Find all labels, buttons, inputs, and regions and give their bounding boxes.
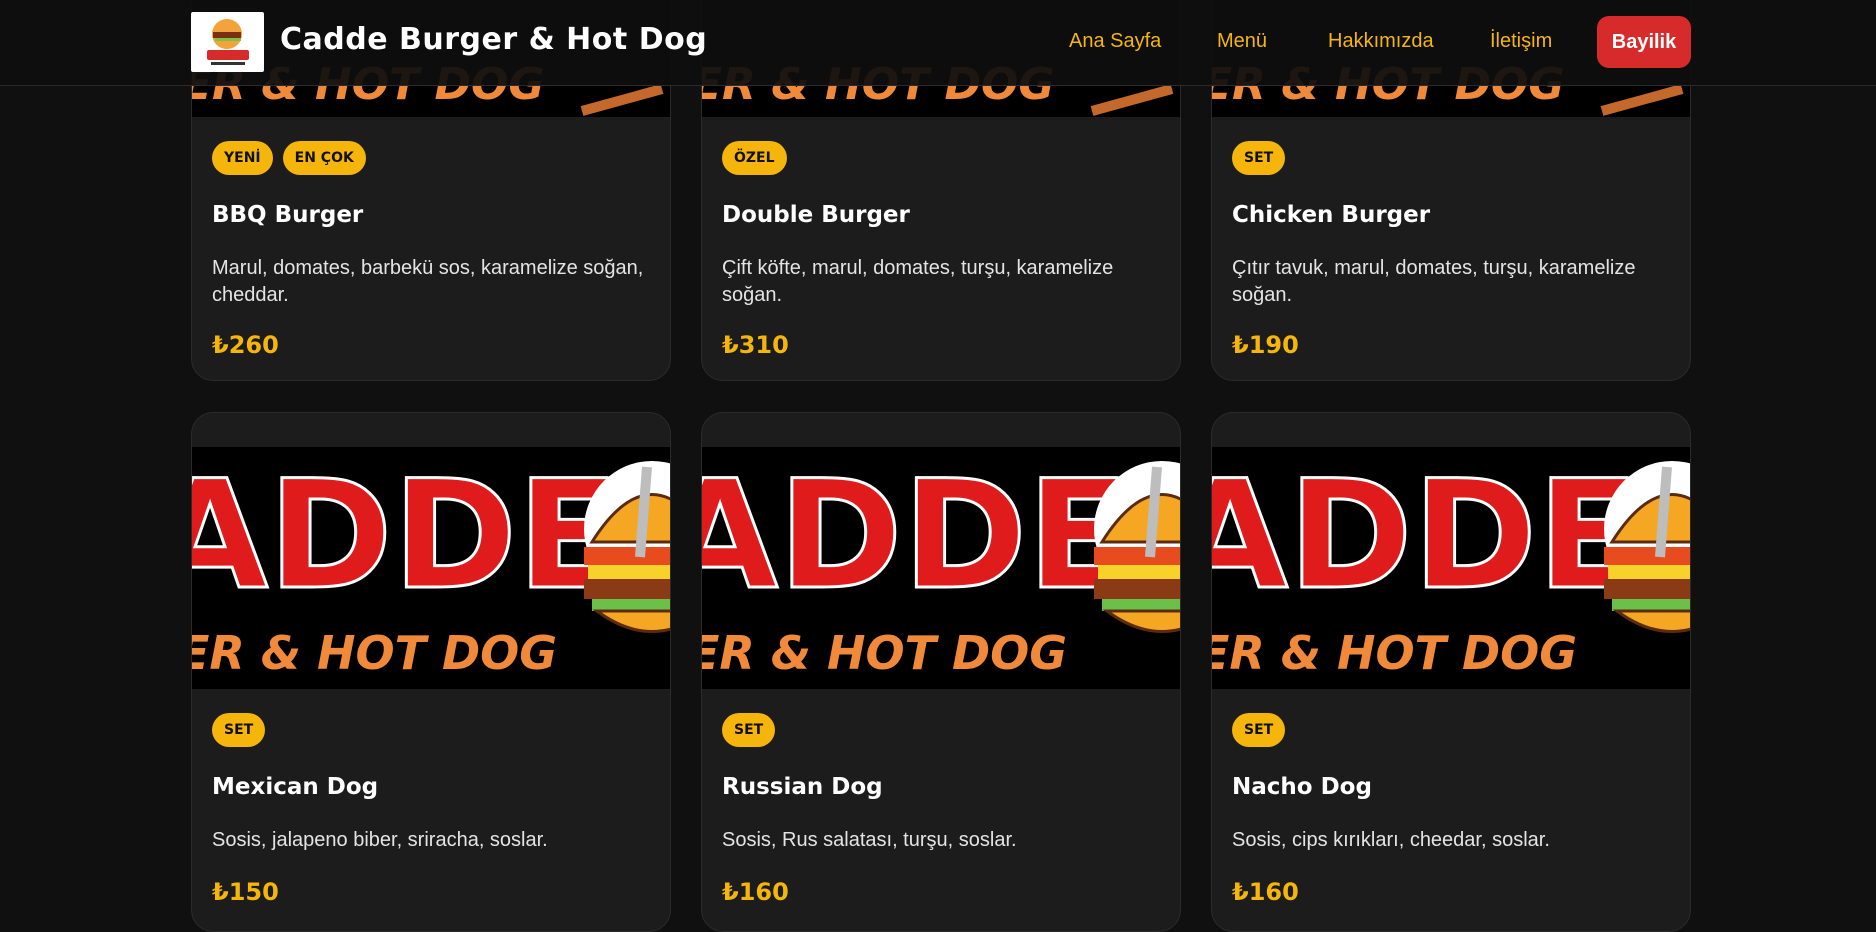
nav-contact-link[interactable]: İletişim (1490, 30, 1552, 53)
card-price: ₺190 (1232, 331, 1299, 359)
badge-set: SET (1232, 713, 1286, 747)
card-price: ₺150 (212, 878, 279, 906)
franchise-button[interactable]: Bayilik (1597, 16, 1691, 68)
card-description: Sosis, jalapeno biber, sriracha, soslar. (212, 829, 548, 851)
menu-card-nacho-dog[interactable]: ADDE ER & HOT DOG SET Nacho Dog Sosis, c… (1211, 412, 1691, 932)
card-title: Double Burger (722, 202, 910, 228)
badge-list: SET (1232, 141, 1286, 175)
card-banner-image: ADDE ER & HOT DOG (192, 447, 670, 689)
nav-home-link[interactable]: Ana Sayfa (1069, 30, 1161, 53)
card-title: Mexican Dog (212, 774, 379, 800)
badge-set: SET (722, 713, 776, 747)
badge-special: ÖZEL (722, 141, 787, 175)
card-description: Çift köfte, marul, domates, turşu, karam… (722, 257, 1114, 306)
card-description: Sosis, cips kırıkları, cheedar, soslar. (1232, 829, 1550, 851)
card-title: Nacho Dog (1232, 774, 1372, 800)
nav-about-link[interactable]: Hakkımızda (1328, 30, 1434, 53)
site-header: Cadde Burger & Hot Dog Ana Sayfa Menü Ha… (0, 0, 1876, 86)
badge-list: SET (1232, 713, 1286, 747)
card-banner-image: ADDE ER & HOT DOG (702, 447, 1180, 689)
card-price: ₺310 (722, 331, 789, 359)
svg-text:ER & HOT DOG: ER & HOT DOG (192, 626, 557, 680)
svg-text:ADDE: ADDE (1212, 449, 1640, 623)
badge-new: YENİ (212, 141, 273, 175)
badge-list: YENİ EN ÇOK (212, 141, 366, 175)
card-description: Marul, domates, barbekü sos, karamelize … (212, 257, 644, 306)
menu-card-russian-dog[interactable]: ADDE ER & HOT DOG SET Russian Dog Sosis,… (701, 412, 1181, 932)
badge-list: SET (722, 713, 776, 747)
card-price: ₺260 (212, 331, 279, 359)
svg-text:ER & HOT DOG: ER & HOT DOG (702, 626, 1067, 680)
svg-text:ADDE: ADDE (702, 449, 1130, 623)
svg-text:ADDE: ADDE (192, 449, 620, 623)
card-description: Sosis, Rus salatası, turşu, soslar. (722, 829, 1017, 851)
menu-card-mexican-dog[interactable]: ADDE ER & HOT DOG SET Mexican Dog Sosis,… (191, 412, 671, 932)
brand-name[interactable]: Cadde Burger & Hot Dog (280, 22, 707, 57)
card-title: Chicken Burger (1232, 202, 1431, 228)
card-description: Çıtır tavuk, marul, domates, turşu, kara… (1232, 257, 1636, 306)
card-price: ₺160 (722, 878, 789, 906)
logo[interactable] (191, 12, 264, 72)
card-title: Russian Dog (722, 774, 883, 800)
badge-set: SET (212, 713, 266, 747)
badge-bestseller: EN ÇOK (282, 141, 366, 175)
svg-text:ER & HOT DOG: ER & HOT DOG (1212, 626, 1577, 680)
badge-list: ÖZEL (722, 141, 787, 175)
badge-list: SET (212, 713, 266, 747)
card-price: ₺160 (1232, 878, 1299, 906)
nav-menu-link[interactable]: Menü (1217, 30, 1267, 53)
card-banner-image: ADDE ER & HOT DOG (1212, 447, 1690, 689)
badge-set: SET (1232, 141, 1286, 175)
card-title: BBQ Burger (212, 202, 364, 228)
